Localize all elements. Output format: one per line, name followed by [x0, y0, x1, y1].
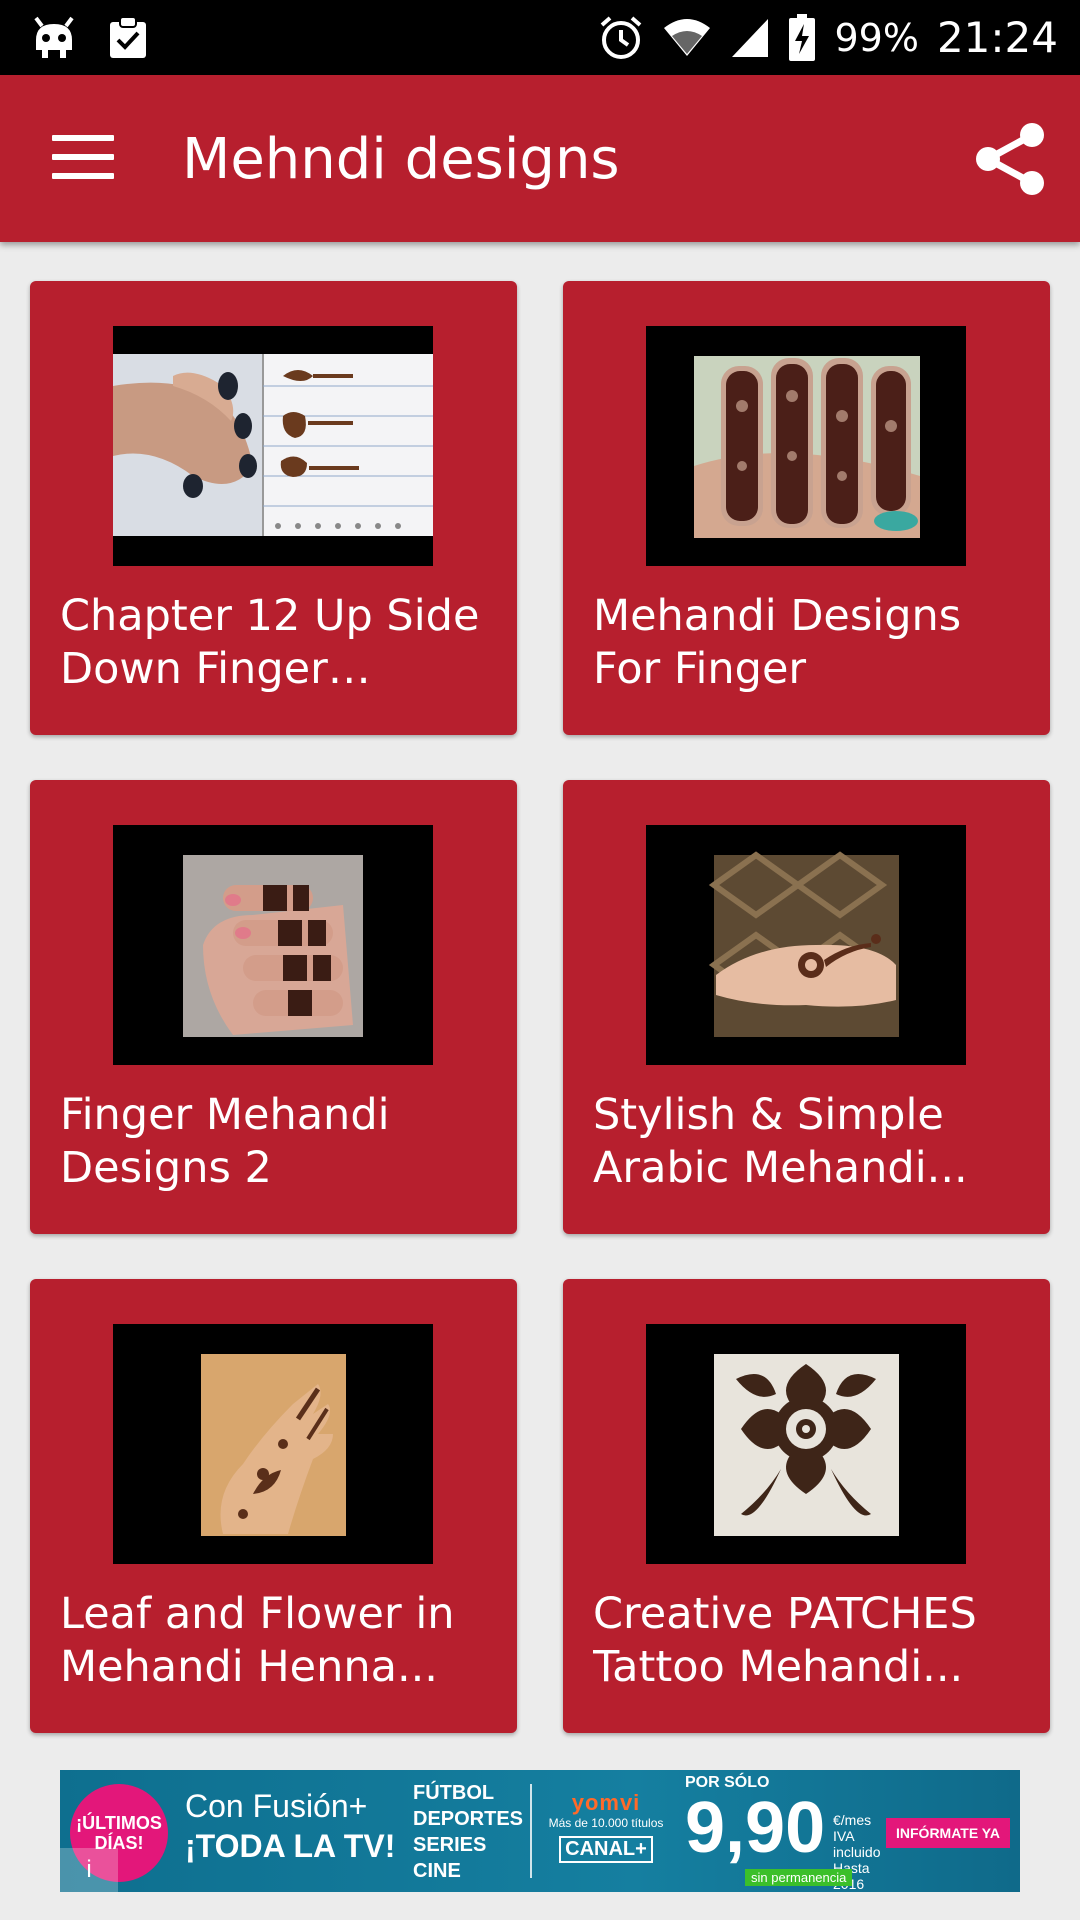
video-title: Leaf and Flower in Mehandi Henna... — [60, 1589, 455, 1692]
video-thumbnail — [113, 326, 433, 566]
video-thumbnail — [646, 1324, 966, 1564]
video-thumbnail — [646, 326, 966, 566]
video-thumbnail — [113, 1324, 433, 1564]
video-title: Finger Mehandi Designs 2 — [60, 1090, 390, 1193]
ad-headline: Con Fusión+ ¡TODA LA TV! — [185, 1786, 395, 1866]
info-icon[interactable]: i — [60, 1848, 118, 1892]
video-card[interactable]: Finger Mehandi Designs 2 — [30, 780, 517, 1234]
ad-category: DEPORTES — [413, 1808, 524, 1830]
video-grid: Chapter 12 Up Side Down Finger Henna... — [30, 281, 1050, 1733]
ad-price: 9,90 — [685, 1788, 826, 1868]
ad-category: CINE — [413, 1860, 461, 1882]
video-card[interactable]: Creative PATCHES Tattoo Mehandi... — [563, 1279, 1050, 1733]
clock-time: 21:24 — [936, 13, 1058, 62]
ad-banner[interactable]: ¡ÚLTIMOS DÍAS! i Con Fusión+ ¡TODA LA TV… — [60, 1770, 1020, 1892]
ad-price-note: IVA incluido — [833, 1828, 881, 1860]
video-thumbnail — [113, 825, 433, 1065]
ad-headline-line-1: Con Fusión+ — [185, 1788, 368, 1824]
cyanogen-bugdroid-icon — [30, 14, 78, 60]
battery-charging-icon — [788, 13, 816, 62]
video-card[interactable]: Chapter 12 Up Side Down Finger Henna... — [30, 281, 517, 735]
ad-price-block: POR SÓLO 9,90 €/mes IVA incluido Hasta 2… — [685, 1774, 880, 1892]
ad-price-unit: €/mes — [833, 1812, 872, 1828]
video-title: Stylish & Simple Arabic Mehandi... — [593, 1090, 968, 1193]
wifi-icon — [662, 18, 712, 58]
video-title: Chapter 12 Up Side Down Finger Henna... — [60, 591, 480, 694]
ad-divider — [530, 1784, 532, 1878]
canal-plus-logo: CANAL+ — [559, 1836, 653, 1863]
video-card[interactable]: Stylish & Simple Arabic Mehandi... — [563, 780, 1050, 1234]
video-title: Creative PATCHES Tattoo Mehandi... — [593, 1589, 977, 1692]
ad-category-list: FÚTBOL DEPORTES SERIES CINE — [413, 1780, 523, 1884]
share-icon[interactable] — [970, 119, 1050, 199]
signal-icon — [730, 17, 770, 59]
ad-category: SERIES — [413, 1834, 487, 1856]
ad-headline-line-2: ¡TODA LA TV! — [185, 1828, 396, 1864]
ad-canal-block: yomvi Más de 10.000 títulos CANAL+ — [546, 1790, 666, 1863]
battery-percent: 99% — [834, 15, 919, 60]
ad-canal-subtext: Más de 10.000 títulos — [548, 1816, 664, 1830]
ad-price-sin-permanencia: sin permanencia — [745, 1869, 853, 1886]
hamburger-menu-icon[interactable] — [52, 135, 114, 179]
clipboard-check-icon — [106, 14, 150, 60]
app-bar: Mehndi designs — [0, 75, 1080, 242]
alarm-icon — [598, 15, 644, 61]
ad-category: FÚTBOL — [413, 1782, 495, 1804]
video-card[interactable]: Mehandi Designs For Finger — [563, 281, 1050, 735]
status-bar: 99% 21:24 — [0, 0, 1080, 75]
video-title: Mehandi Designs For Finger — [593, 591, 962, 694]
video-card[interactable]: Leaf and Flower in Mehandi Henna... — [30, 1279, 517, 1733]
video-thumbnail — [646, 825, 966, 1065]
ad-cta-button[interactable]: INFÓRMATE YA — [886, 1818, 1010, 1848]
yomvi-logo: yomvi — [571, 1790, 641, 1815]
page-title: Mehndi designs — [182, 127, 620, 192]
